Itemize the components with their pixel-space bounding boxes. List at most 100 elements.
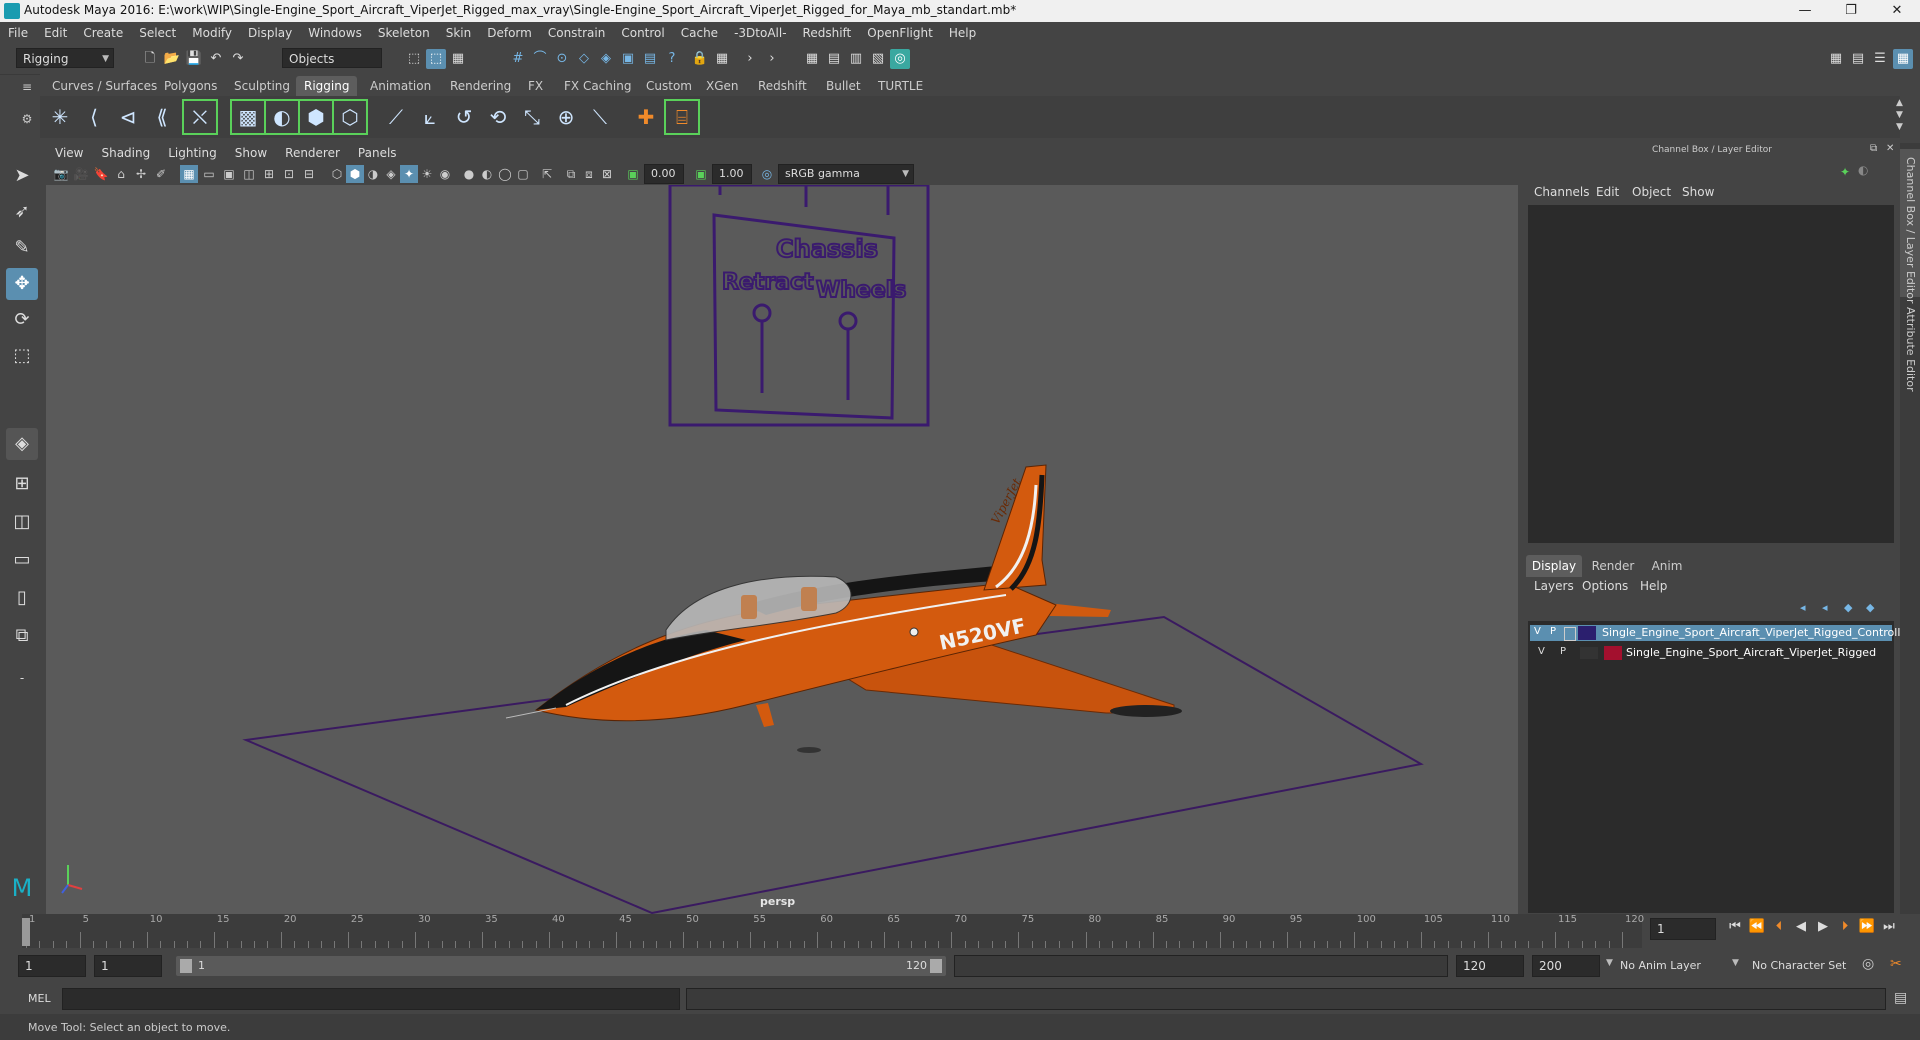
xray-joints-icon[interactable]: ⧉ <box>562 165 580 183</box>
shadows-icon[interactable]: ☀ <box>418 165 436 183</box>
step-forward-frame-icon[interactable]: ⏵ <box>1836 918 1854 936</box>
more-layouts-icon[interactable]: - <box>6 662 38 694</box>
playback-end-field[interactable]: 120 <box>1456 955 1524 977</box>
layer-tab-display[interactable]: Display <box>1526 555 1582 577</box>
two-d-pan-icon[interactable]: ✢ <box>132 165 150 183</box>
toggle-channel-box-icon[interactable]: ▦ <box>1893 49 1913 69</box>
menu-windows[interactable]: Windows <box>300 22 370 44</box>
range-slider-start-handle[interactable] <box>180 959 192 973</box>
render-current-icon[interactable]: ▤ <box>824 49 844 69</box>
backface-culling-icon[interactable]: ⊠ <box>598 165 616 183</box>
shelf-tab-redshift[interactable]: Redshift <box>750 76 815 96</box>
layer-tab-render[interactable]: Render <box>1588 555 1638 577</box>
graph-layout-icon[interactable]: ▯ <box>6 582 38 614</box>
use-all-lights-icon[interactable]: ✦ <box>400 165 418 183</box>
pole-vector-icon[interactable]: ⊕ <box>550 101 582 133</box>
channel-box-area[interactable] <box>1528 205 1894 543</box>
image-plane-icon[interactable]: ⌂ <box>112 165 130 183</box>
select-tool-icon[interactable]: ➤ <box>6 160 38 192</box>
channels-menu[interactable]: Channels <box>1534 185 1594 199</box>
history-icon[interactable]: ▤ <box>640 49 660 69</box>
menu-control[interactable]: Control <box>613 22 672 44</box>
menu-3dtoall[interactable]: -3DtoAll- <box>726 22 794 44</box>
shelf-tab-animation[interactable]: Animation <box>362 76 439 96</box>
viewport-menu-panels[interactable]: Panels <box>349 143 406 163</box>
exposure-icon[interactable]: ▣ <box>624 165 642 183</box>
select-by-component-icon[interactable]: ▦ <box>448 49 468 69</box>
script-editor-icon[interactable]: ▤ <box>1894 990 1907 1006</box>
go-to-start-icon[interactable]: ⏮ <box>1726 918 1744 936</box>
layer-tab-anim[interactable]: Anim <box>1644 555 1690 577</box>
layer-display-type-toggle[interactable] <box>1580 647 1598 659</box>
select-by-hierarchy-icon[interactable]: ⬚ <box>404 49 424 69</box>
menu-constrain[interactable]: Constrain <box>540 22 614 44</box>
wireframe-on-shaded-icon[interactable]: ◑ <box>364 165 382 183</box>
aim-constraint-icon[interactable]: ⟀ <box>414 101 446 133</box>
play-backwards-icon[interactable]: ◀ <box>1792 918 1810 936</box>
menu-display[interactable]: Display <box>240 22 300 44</box>
shelf-tab-fx[interactable]: FX <box>520 76 551 96</box>
menu-modify[interactable]: Modify <box>184 22 240 44</box>
bookmark-icon[interactable]: 🔖 <box>92 165 110 183</box>
layer-visibility-toggle[interactable]: V <box>1534 626 1541 637</box>
redo-icon[interactable]: ↷ <box>228 49 248 69</box>
shelf-tab-sculpting[interactable]: Sculpting <box>226 76 298 96</box>
end-time-field[interactable]: 200 <box>1532 955 1600 977</box>
wireframe-icon[interactable]: ⬡ <box>328 165 346 183</box>
undo-icon[interactable]: ↶ <box>206 49 226 69</box>
current-frame-field[interactable]: 1 <box>1650 918 1716 940</box>
shelf-tab-rigging[interactable]: Rigging <box>296 76 358 96</box>
menu-create[interactable]: Create <box>75 22 131 44</box>
lock-icon[interactable]: 🔒 <box>690 49 710 69</box>
orient-constraint-icon[interactable]: ↺ <box>448 101 480 133</box>
gate-mask-icon[interactable]: ◫ <box>240 165 258 183</box>
safe-title-icon[interactable]: ⊟ <box>300 165 318 183</box>
play-forwards-icon[interactable]: ▶ <box>1814 918 1832 936</box>
viperjet-aircraft-model[interactable]: ViperJet N520VF <box>505 464 1182 727</box>
film-gate-icon[interactable]: ▭ <box>200 165 218 183</box>
shelf-scroll-up-icon[interactable]: ▲ <box>1896 98 1903 108</box>
make-live-icon[interactable]: ◈ <box>596 49 616 69</box>
open-scene-icon[interactable]: 📂 <box>162 49 182 69</box>
cb-show-menu[interactable]: Show <box>1682 185 1732 199</box>
outliner-layout-icon[interactable]: ▭ <box>6 544 38 576</box>
camera-attributes-icon[interactable]: 🎥 <box>72 165 90 183</box>
viewport-menu-renderer[interactable]: Renderer <box>276 143 349 163</box>
grid-icon[interactable]: ▦ <box>180 165 198 183</box>
start-time-field[interactable]: 1 <box>18 955 86 977</box>
shelf-tab-custom[interactable]: Custom <box>638 76 700 96</box>
side-tab-attribute-editor[interactable]: Attribute Editor <box>1900 307 1920 397</box>
point-constraint-icon[interactable]: ⟋ <box>380 101 412 133</box>
color-management-icon[interactable]: ◎ <box>758 165 776 183</box>
select-camera-icon[interactable]: 📷 <box>52 165 70 183</box>
field-chart-icon[interactable]: ⊞ <box>260 165 278 183</box>
layer-playback-toggle[interactable]: P <box>1560 646 1566 657</box>
menu-cache[interactable]: Cache <box>673 22 726 44</box>
command-language-label[interactable]: MEL <box>28 992 51 1005</box>
menu-deform[interactable]: Deform <box>479 22 540 44</box>
anim-layer-dropdown[interactable]: No Anim Layer <box>1620 955 1740 977</box>
viewport-menu-show[interactable]: Show <box>226 143 276 163</box>
single-perspective-layout-icon[interactable]: ◈ <box>6 428 38 460</box>
insert-joint-icon[interactable]: ⟨ <box>78 101 110 133</box>
new-scene-icon[interactable]: 🗋 <box>140 49 160 69</box>
motion-blur-icon[interactable]: ● <box>460 165 478 183</box>
menu-redshift[interactable]: Redshift <box>795 22 860 44</box>
range-slider[interactable]: 1 120 <box>176 956 946 976</box>
shelf-menu-icon[interactable]: ≡ <box>20 80 34 94</box>
expand-arrow-icon[interactable]: › <box>740 49 760 69</box>
playback-start-field[interactable]: 1 <box>94 955 162 977</box>
paint-select-tool-icon[interactable]: ✎ <box>6 232 38 264</box>
selection-mode-dropdown[interactable]: Objects <box>282 48 382 68</box>
safe-action-icon[interactable]: ⊡ <box>280 165 298 183</box>
menu-file[interactable]: File <box>0 22 36 44</box>
isolate-select-icon[interactable]: ⇱ <box>538 165 556 183</box>
viewport-menu-view[interactable]: View <box>46 143 92 163</box>
command-input[interactable] <box>62 988 680 1010</box>
menu-select[interactable]: Select <box>131 22 184 44</box>
step-forward-key-icon[interactable]: ⏩ <box>1858 918 1876 936</box>
snap-to-grid-icon[interactable]: # <box>508 49 528 69</box>
menu-openflight[interactable]: OpenFlight <box>859 22 941 44</box>
layers-menu[interactable]: Layers <box>1534 579 1574 593</box>
paint-weights-icon[interactable]: ⬡ <box>332 99 368 135</box>
